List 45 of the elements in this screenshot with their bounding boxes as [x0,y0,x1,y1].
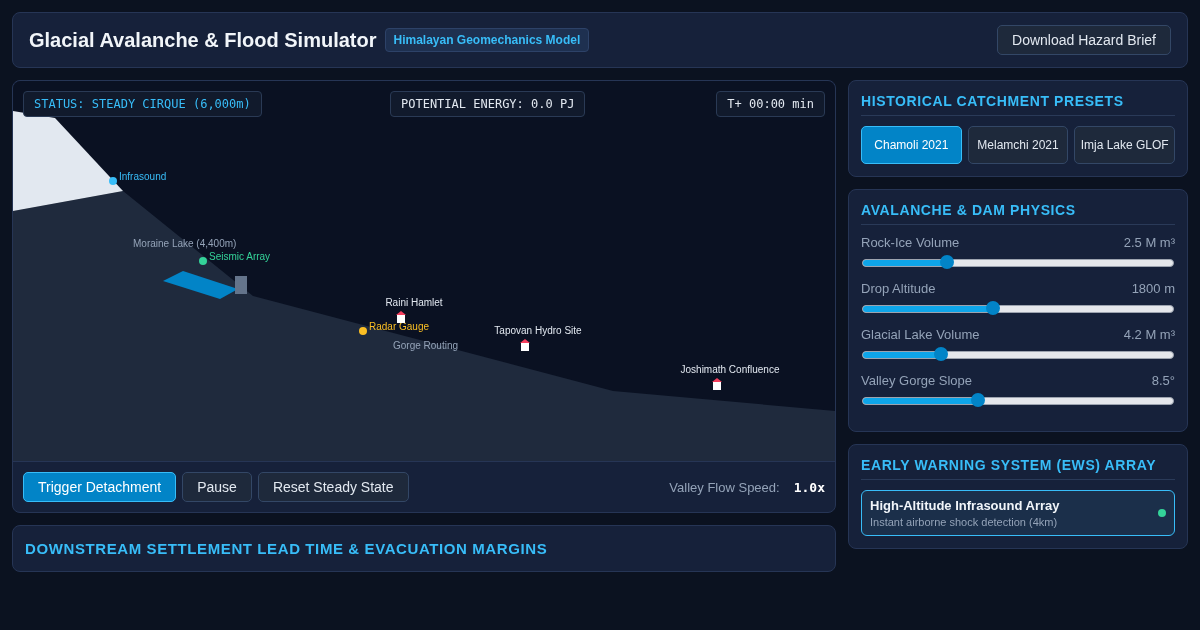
slider-thumb[interactable] [939,255,954,269]
control-button[interactable]: Pause [182,472,252,502]
sensor-label: Infrasound [119,171,167,182]
speed-label: Valley Flow Speed: [669,479,780,495]
house-icon [396,311,406,323]
section-title: AVALANCHE & DAM PHYSICS [861,202,1175,225]
slider-thumb[interactable] [970,393,985,407]
lake-label: Moraine Lake (4,400m) [133,238,237,249]
sensor-detail: Instant airborne shock detection (4km) [870,516,1059,528]
routing-label: Gorge Routing [393,340,459,351]
house-icon [712,378,722,390]
section-title: EARLY WARNING SYSTEM (EWS) ARRAY [861,457,1175,480]
preset-button[interactable]: Melamchi 2021 [967,126,1069,164]
slider-label: Drop Altitude [861,281,936,296]
app-title: Glacial Avalanche & Flood Simulator [29,28,377,52]
slider-label: Glacial Lake Volume [861,327,980,342]
slider-label: Valley Gorge Slope [861,373,973,388]
download-button[interactable]: Download Hazard Brief [997,25,1171,55]
slider-reading: 2.5 M m³ [1123,235,1175,250]
settlement-label: Tapovan Hydro Site [494,325,582,336]
model-badge: Himalayan Geomechanics Model [384,28,590,52]
slider-thumb[interactable] [986,301,1001,315]
status-readout: STATUS: STEADY CIRQUE (6,000m) [23,91,262,117]
section-title: DOWNSTREAM SETTLEMENT LEAD TIME & EVACUATION MARGINS [25,540,549,557]
sensor-label: Seismic Array [209,251,271,262]
slider-thumb[interactable] [933,347,948,361]
house-icon [520,339,530,351]
time-readout: T+ 00:00 min [716,91,825,117]
preset-button[interactable]: Imja Lake GLOF [1074,126,1175,164]
energy-readout: POTENTIAL ENERGY: 0.0 PJ [390,91,586,117]
speed-value: 1.0x [793,479,825,495]
section-title: HISTORICAL CATCHMENT PRESETS [861,93,1175,116]
control-button[interactable]: Reset Steady State [257,472,409,502]
preset-button[interactable]: Chamoli 2021 [861,126,962,164]
slider-reading: 8.5° [1151,373,1175,388]
moraine-dam [235,276,247,294]
slider-reading: 1800 m [1131,281,1175,296]
settlement-label: Joshimath Confluence [680,364,780,375]
slider-reading: 4.2 M m³ [1123,327,1175,342]
sensor-item[interactable]: High-Altitude Infrasound Array Instant airborne shock detection (4km) [861,490,1175,536]
slider-label: Rock-Ice Volume [861,235,960,250]
sensor-label: Radar Gauge [369,321,430,332]
settlement-label: Raini Hamlet [385,297,443,308]
control-button[interactable]: Trigger Detachment [23,472,177,502]
sensor-name: High-Altitude Infrasound Array [870,498,1061,513]
